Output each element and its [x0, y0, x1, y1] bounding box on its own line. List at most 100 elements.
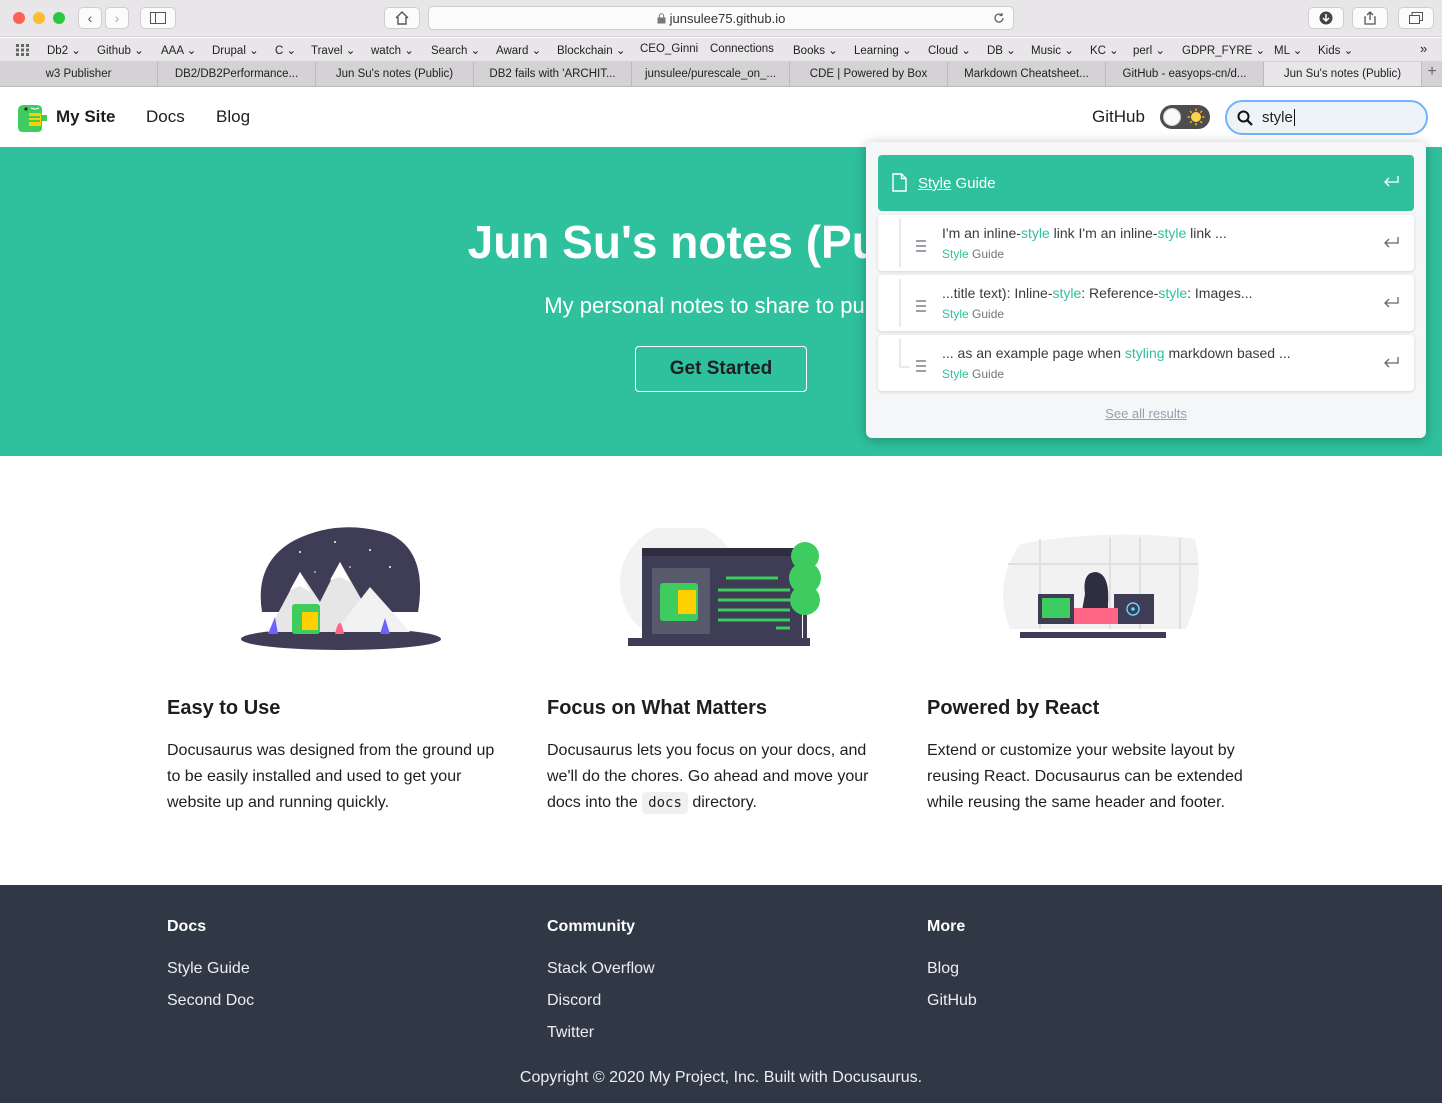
sun-icon: [1187, 108, 1205, 126]
search-result-crumb: Style Guide: [942, 247, 1005, 261]
minimize-window-button[interactable]: [33, 12, 45, 24]
share-button[interactable]: [1352, 7, 1388, 29]
footer-column-title: Community: [547, 918, 635, 935]
reload-icon[interactable]: [993, 12, 1005, 24]
footer-link[interactable]: Style Guide: [167, 960, 250, 978]
footer-column-title: More: [927, 918, 966, 935]
theme-toggle[interactable]: [1160, 105, 1210, 129]
search-input[interactable]: style: [1262, 109, 1295, 126]
footer-link[interactable]: GitHub: [927, 992, 977, 1010]
back-button[interactable]: ‹: [78, 7, 102, 29]
enter-icon: [1384, 237, 1399, 248]
search-result-crumb: Style Guide: [942, 307, 1005, 321]
search-box[interactable]: style: [1225, 100, 1428, 135]
browser-tab[interactable]: Markdown Cheatsheet...: [948, 62, 1106, 86]
bookmark-item[interactable]: Connections: [710, 43, 774, 55]
bookmark-item[interactable]: perl ⌄: [1133, 43, 1165, 57]
feature-title: Powered by React: [927, 697, 1100, 719]
browser-tab[interactable]: GitHub - easyops-cn/d...: [1106, 62, 1264, 86]
share-icon: [1364, 11, 1376, 25]
feature-title: Focus on What Matters: [547, 697, 768, 719]
downloads-button[interactable]: [1308, 7, 1344, 29]
site-brand[interactable]: My Site: [56, 107, 116, 127]
tabs-icon: [1409, 12, 1423, 24]
home-button[interactable]: [384, 7, 420, 29]
search-result-item[interactable]: ...title text): Inline-style: Reference-…: [878, 275, 1414, 331]
search-match-text: Style: [918, 175, 952, 192]
toggle-knob: [1163, 108, 1181, 126]
bookmark-item[interactable]: Search ⌄: [431, 43, 480, 57]
footer-link[interactable]: Stack Overflow: [547, 960, 655, 978]
bookmark-item[interactable]: Travel ⌄: [311, 43, 355, 57]
browser-tab[interactable]: Jun Su's notes (Public): [316, 62, 474, 86]
bookmark-item[interactable]: GDPR_FYRE ⌄: [1182, 43, 1265, 57]
site-navbar: My Site Docs Blog GitHub style: [0, 87, 1442, 147]
search-result-item[interactable]: ... as an example page when styling mark…: [878, 335, 1414, 391]
search-result-top[interactable]: Style Guide: [878, 155, 1414, 211]
chevron-left-icon: ‹: [87, 10, 93, 26]
dinosaur-logo-icon[interactable]: [15, 103, 49, 133]
address-bar[interactable]: junsulee75.github.io: [428, 6, 1014, 30]
grid-icon[interactable]: [16, 44, 30, 56]
maximize-window-button[interactable]: [53, 12, 65, 24]
nav-link-docs[interactable]: Docs: [146, 107, 185, 127]
bookmark-item[interactable]: ML ⌄: [1274, 43, 1302, 57]
feature-description: Docusaurus was designed from the ground …: [167, 742, 495, 811]
browser-tab[interactable]: DB2/DB2Performance...: [158, 62, 316, 86]
home-icon: [395, 11, 409, 25]
bookmark-item[interactable]: Kids ⌄: [1318, 43, 1353, 57]
forward-button[interactable]: ›: [105, 7, 129, 29]
browser-tab[interactable]: junsulee/purescale_on_...: [632, 62, 790, 86]
browser-tab-active[interactable]: Jun Su's notes (Public): [1264, 62, 1422, 86]
bookmark-item[interactable]: KC ⌄: [1090, 43, 1119, 57]
tabs-overview-button[interactable]: [1398, 7, 1434, 29]
search-result-snippet: ... as an example page when styling mark…: [942, 345, 1291, 361]
feature-description: Docusaurus lets you focus on your docs, …: [547, 738, 868, 816]
nav-link-github[interactable]: GitHub: [1092, 107, 1145, 127]
bookmark-item[interactable]: Drupal ⌄: [212, 43, 259, 57]
browser-tabbar: w3 Publisher DB2/DB2Performance... Jun S…: [0, 62, 1442, 87]
footer-link[interactable]: Discord: [547, 992, 601, 1010]
search-result-title: Style Guide: [918, 175, 996, 192]
browser-tab[interactable]: w3 Publisher: [0, 62, 158, 86]
search-icon: [1237, 110, 1253, 126]
search-result-item[interactable]: I'm an inline-style link I'm an inline-s…: [878, 215, 1414, 271]
bookmark-item[interactable]: AAA ⌄: [161, 43, 196, 57]
bookmark-item[interactable]: Db2 ⌄: [47, 43, 81, 57]
browser-tab[interactable]: DB2 fails with 'ARCHIT...: [474, 62, 632, 86]
new-tab-icon[interactable]: +: [1422, 63, 1442, 81]
bookmark-item[interactable]: Music ⌄: [1031, 43, 1074, 57]
mountain-illustration: [241, 527, 441, 650]
see-all-results-link[interactable]: See all results: [866, 406, 1426, 421]
footer-link[interactable]: Blog: [927, 960, 959, 978]
search-result-title-rest: Guide: [951, 175, 996, 192]
sidebar-toggle-button[interactable]: [140, 7, 176, 29]
bookmark-item[interactable]: Learning ⌄: [854, 43, 912, 57]
footer-column-title: Docs: [167, 918, 207, 935]
footer-link[interactable]: Twitter: [547, 1024, 594, 1042]
bookmark-item[interactable]: DB ⌄: [987, 43, 1016, 57]
tree-line-icon: [899, 219, 926, 267]
bookmark-item[interactable]: Blockchain ⌄: [557, 43, 625, 57]
bookmark-item[interactable]: C ⌄: [275, 43, 296, 57]
lock-icon: [657, 12, 666, 23]
bookmark-item[interactable]: Cloud ⌄: [928, 43, 971, 57]
footer-copyright: Copyright © 2020 My Project, Inc. Built …: [519, 1069, 923, 1086]
sidebar-icon: [150, 12, 166, 24]
close-window-button[interactable]: [13, 12, 25, 24]
bookmark-item[interactable]: CEO_Ginni: [640, 43, 698, 55]
features-section: Easy to Use Docusaurus was designed from…: [0, 456, 1442, 885]
footer-link[interactable]: Second Doc: [167, 992, 254, 1010]
enter-icon: [1384, 357, 1399, 368]
bookmark-item[interactable]: watch ⌄: [371, 43, 414, 57]
react-desk-illustration: [1002, 534, 1199, 638]
get-started-button[interactable]: Get Started: [635, 346, 807, 392]
more-bookmarks-icon[interactable]: »: [1420, 41, 1427, 56]
bookmark-item[interactable]: Github ⌄: [97, 43, 144, 57]
browser-window-illustration: [620, 528, 821, 646]
bookmark-item[interactable]: Books ⌄: [793, 43, 838, 57]
browser-tab[interactable]: CDE | Powered by Box: [790, 62, 948, 86]
bookmark-item[interactable]: Award ⌄: [496, 43, 541, 57]
nav-link-blog[interactable]: Blog: [216, 107, 250, 127]
tree-line-icon: [899, 339, 926, 372]
